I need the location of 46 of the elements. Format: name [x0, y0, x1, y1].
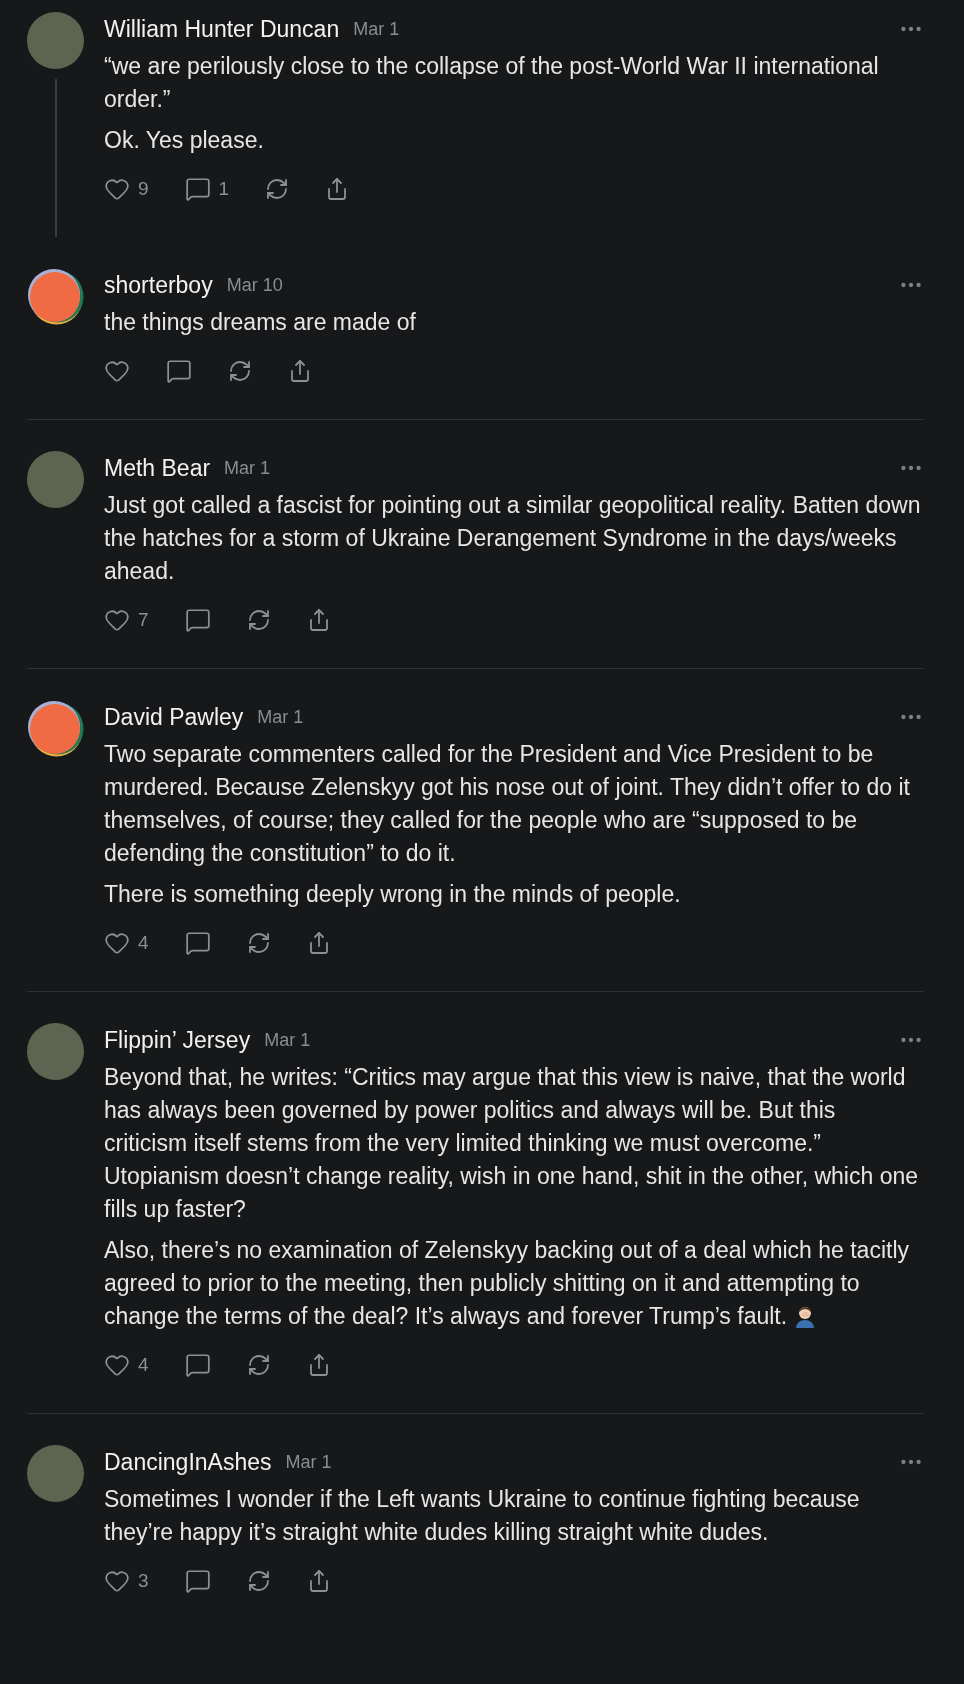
- comment-text: Just got called a fascist for pointing out a similar geopolitical reality. Batten down the hatches for a storm of Ukraine Derangement Syndrome in the days/weeks ahead.: [104, 492, 921, 584]
- comment-text: There is something deeply wrong in the minds of people.: [104, 881, 681, 907]
- reply-button[interactable]: [184, 1568, 211, 1594]
- avatar-icon: [27, 268, 84, 325]
- comment-date: Mar 1: [257, 706, 304, 728]
- comment-text: Also, there’s no examination of Zelenskyy backing out of a deal which he tacitly agreed to prior to the meeting, then publicly shitting on it and attempting to change the terms of the deal? It’s always and forever Trump’s fault.: [104, 1237, 910, 1329]
- avatar-icon: [27, 700, 84, 757]
- comment-date: Mar 1: [224, 457, 271, 479]
- comment-text: Beyond that, he writes: “Critics may argue that this view is naive, that the world has always been governed by power politics and always will be. But this criticism itself stems from the very limited thinking we must overcome.” Utopianism doesn’t change reality, wish in one hand, shit in the other, which one fills up faster?: [104, 1064, 918, 1222]
- comment-date: Mar 1: [285, 1451, 332, 1473]
- author-name[interactable]: Flippin’ Jersey: [104, 1026, 251, 1054]
- comment-date: Mar 1: [264, 1029, 311, 1051]
- restack-button[interactable]: [246, 1569, 271, 1593]
- comment-text: Sometimes I wonder if the Left wants Ukraine to continue fighting because they’re happy it’s straight white dudes killing straight white dudes.: [104, 1486, 860, 1545]
- reply-button[interactable]: [184, 930, 211, 956]
- reply-button[interactable]: [184, 607, 211, 633]
- avatar-photo-placeholder: [27, 12, 84, 69]
- like-button[interactable]: 7: [104, 607, 149, 633]
- like-button[interactable]: [104, 358, 130, 384]
- like-button[interactable]: 4: [104, 930, 149, 956]
- restack-button[interactable]: [246, 931, 271, 955]
- avatar-photo-placeholder: [27, 1023, 84, 1080]
- share-button[interactable]: [288, 359, 312, 383]
- reply-button[interactable]: 1: [184, 176, 230, 202]
- restack-button[interactable]: [265, 177, 290, 201]
- author-name[interactable]: shorterboy: [104, 271, 213, 299]
- reply-button[interactable]: [166, 358, 192, 384]
- restack-button[interactable]: [246, 608, 271, 632]
- avatar-photo-placeholder: [27, 1445, 84, 1502]
- author-name[interactable]: Meth Bear: [104, 454, 211, 482]
- author-name[interactable]: DancingInAshes: [104, 1448, 272, 1476]
- comment-text: Ok. Yes please.: [104, 127, 264, 153]
- comment-text: the things dreams are made of: [104, 309, 416, 335]
- comment-date: Mar 10: [226, 274, 283, 296]
- avatar-photo-placeholder: [27, 451, 84, 508]
- restack-button[interactable]: [228, 359, 252, 383]
- like-button[interactable]: 4: [104, 1352, 149, 1378]
- like-button[interactable]: 9: [104, 176, 149, 202]
- reply-button[interactable]: [184, 1352, 211, 1378]
- comment-text: “we are perilously close to the collapse of the post-World War II international order.”: [104, 53, 879, 112]
- comment-date: Mar 1: [353, 18, 400, 40]
- restack-button[interactable]: [246, 1353, 271, 1377]
- author-name[interactable]: William Hunter Duncan: [104, 15, 340, 43]
- like-button[interactable]: 3: [104, 1568, 149, 1594]
- author-name[interactable]: David Pawley: [104, 703, 244, 731]
- comment-text: Two separate commenters called for the President and Vice President to be murdered. Because Zelenskyy got his nose out of joint. They didn’t offer to do it themselves, of course; they called for the people who are “supposed to be defending the constitution” to do it.: [104, 741, 910, 866]
